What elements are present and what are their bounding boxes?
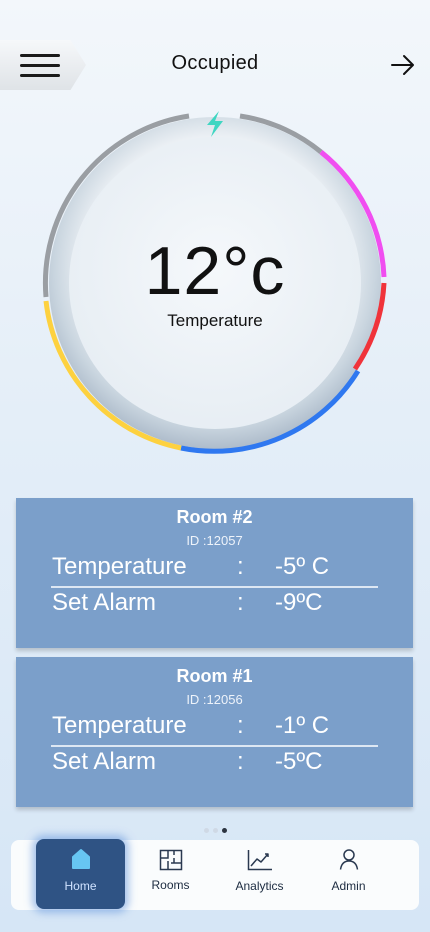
row-label: Temperature: [52, 553, 187, 580]
nav-label: Home: [64, 879, 97, 893]
row-separator: :: [237, 553, 244, 580]
nav-item-admin[interactable]: Admin: [304, 840, 393, 910]
bottom-nav: Home Rooms Analytics Admin: [11, 839, 419, 910]
chart-icon: [247, 850, 272, 871]
row-separator: :: [237, 589, 244, 616]
page-title: Occupied: [171, 52, 259, 74]
nav-label: Rooms: [151, 878, 190, 892]
nav-label: Admin: [331, 879, 366, 893]
temperature-label: Temperature: [167, 311, 263, 330]
row-separator: :: [237, 748, 244, 775]
row-separator: :: [237, 712, 244, 739]
room-card[interactable]: Room #2 ID :12057 Temperature : -5º C Se…: [16, 498, 413, 648]
nav-label: Analytics: [235, 879, 284, 893]
next-arrow-button[interactable]: [390, 52, 416, 78]
room-temperature-row: Temperature : -5º C: [52, 553, 378, 583]
row-value: -1º C: [275, 712, 330, 739]
nav-item-rooms[interactable]: Rooms: [126, 840, 215, 910]
room-name: Room #2: [176, 507, 253, 527]
row-label: Set Alarm: [52, 589, 157, 616]
page-indicator: [0, 820, 430, 838]
room-alarm-row: Set Alarm : -9ºC: [52, 589, 378, 619]
nav-item-home[interactable]: Home: [36, 839, 125, 909]
room-name: Room #1: [176, 666, 253, 686]
home-icon: [71, 849, 90, 869]
page-dot[interactable]: [212, 828, 218, 833]
nav-item-analytics[interactable]: Analytics: [215, 840, 304, 910]
arrow-right-icon: [391, 55, 414, 75]
row-value: -5ºC: [275, 748, 323, 775]
row-value: -9ºC: [275, 589, 323, 616]
row-divider: [51, 586, 378, 588]
temperature-value: 12°c: [144, 233, 286, 309]
row-label: Set Alarm: [52, 748, 157, 775]
room-alarm-row: Set Alarm : -5ºC: [52, 748, 378, 778]
room-id: ID :12056: [186, 692, 243, 707]
user-icon: [339, 849, 358, 870]
room-temperature-row: Temperature : -1º C: [52, 712, 378, 742]
page-dot[interactable]: [203, 828, 209, 833]
row-divider: [51, 745, 378, 747]
row-label: Temperature: [52, 712, 187, 739]
row-value: -5º C: [275, 553, 330, 580]
page-dot-active[interactable]: [221, 828, 227, 833]
floorplan-icon: [159, 849, 182, 871]
room-card[interactable]: Room #1 ID :12056 Temperature : -1º C Se…: [16, 657, 413, 807]
room-id: ID :12057: [186, 533, 243, 548]
